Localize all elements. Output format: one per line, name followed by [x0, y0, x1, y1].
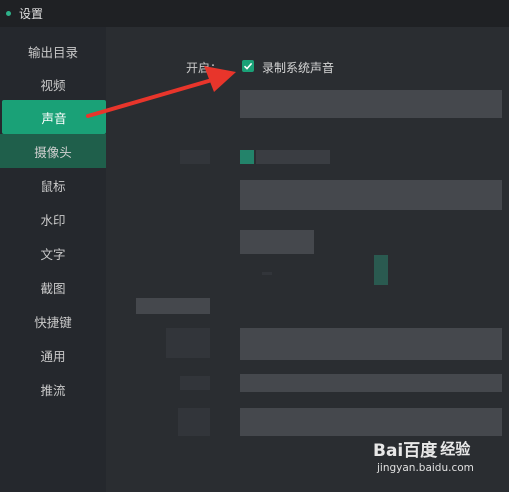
- sidebar-item-watermark[interactable]: 水印: [0, 202, 106, 236]
- app-status-dot: [6, 11, 11, 16]
- baidu-jingyan-watermark: Bai百度 经验 jingyan.baidu.com: [373, 436, 483, 486]
- record-system-audio-label[interactable]: 录制系统声音: [262, 59, 334, 76]
- open-label: 开启：: [186, 61, 223, 75]
- checkmark-icon: [243, 62, 253, 70]
- sidebar-item-camera[interactable]: 摄像头: [0, 134, 106, 168]
- sidebar-item-sound[interactable]: 声音: [2, 100, 106, 134]
- settings-sidebar: 输出目录 视频 声音 摄像头 鼠标 水印 文字 截图 快捷键 通用 推流: [0, 27, 106, 492]
- sidebar-item-general[interactable]: 通用: [0, 338, 106, 372]
- sidebar-item-screenshot[interactable]: 截图: [0, 270, 106, 304]
- record-system-audio-checkbox[interactable]: [242, 60, 254, 72]
- sidebar-item-hotkeys[interactable]: 快捷键: [0, 304, 106, 338]
- baidu-logo: Bai百度 经验: [373, 440, 471, 461]
- title-bar: 设置: [0, 0, 509, 27]
- sidebar-item-text[interactable]: 文字: [0, 236, 106, 270]
- sidebar-item-video[interactable]: 视频: [0, 67, 106, 101]
- window-title: 设置: [19, 7, 44, 21]
- sidebar-item-mouse[interactable]: 鼠标: [0, 168, 106, 202]
- sidebar-item-output-dir[interactable]: 输出目录: [0, 34, 106, 68]
- sidebar-item-streaming[interactable]: 推流: [0, 372, 106, 406]
- watermark-url: jingyan.baidu.com: [377, 462, 474, 474]
